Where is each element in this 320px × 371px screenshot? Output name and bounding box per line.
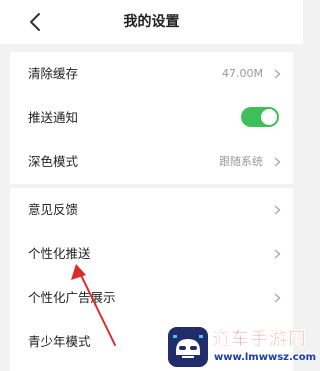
toggle-knob xyxy=(261,109,277,125)
chevron-right-icon xyxy=(274,249,281,259)
teen-mode-label: 青少年模式 xyxy=(28,334,91,349)
clear-cache-row[interactable]: 清除缓存 47.00M xyxy=(10,52,293,96)
push-notification-toggle[interactable] xyxy=(241,107,279,127)
settings-group-1: 清除缓存 47.00M 推送通知 深色模式 跟随系统 xyxy=(10,52,293,184)
chevron-right-icon xyxy=(274,293,281,303)
cache-size-value: 47.00M xyxy=(222,67,263,80)
watermark: 道车手游网 www.lmwwsz.com xyxy=(168,327,316,369)
personalized-ads-label: 个性化广告展示 xyxy=(28,290,116,305)
page-title: 我的设置 xyxy=(123,14,180,30)
personalized-push-row[interactable]: 个性化推送 xyxy=(10,232,293,276)
top-bar: 我的设置 xyxy=(0,0,303,44)
chevron-right-icon xyxy=(274,69,281,79)
watermark-url: www.lmwwsz.com xyxy=(214,352,316,363)
feedback-row[interactable]: 意见反馈 xyxy=(10,188,293,232)
personalized-push-label: 个性化推送 xyxy=(28,246,91,261)
push-notification-label: 推送通知 xyxy=(28,110,79,125)
chevron-right-icon xyxy=(274,157,281,167)
watermark-logo-icon xyxy=(168,327,208,367)
dark-mode-label: 深色模式 xyxy=(28,154,79,169)
watermark-title: 道车手游网 xyxy=(212,329,307,350)
chevron-right-icon xyxy=(274,205,281,215)
clear-cache-label: 清除缓存 xyxy=(28,66,79,81)
personalized-ads-row[interactable]: 个性化广告展示 xyxy=(10,276,293,320)
dark-mode-value: 跟随系统 xyxy=(219,155,263,168)
dark-mode-row[interactable]: 深色模式 跟随系统 xyxy=(10,140,293,184)
push-notification-row: 推送通知 xyxy=(10,96,293,140)
feedback-label: 意见反馈 xyxy=(28,202,79,217)
